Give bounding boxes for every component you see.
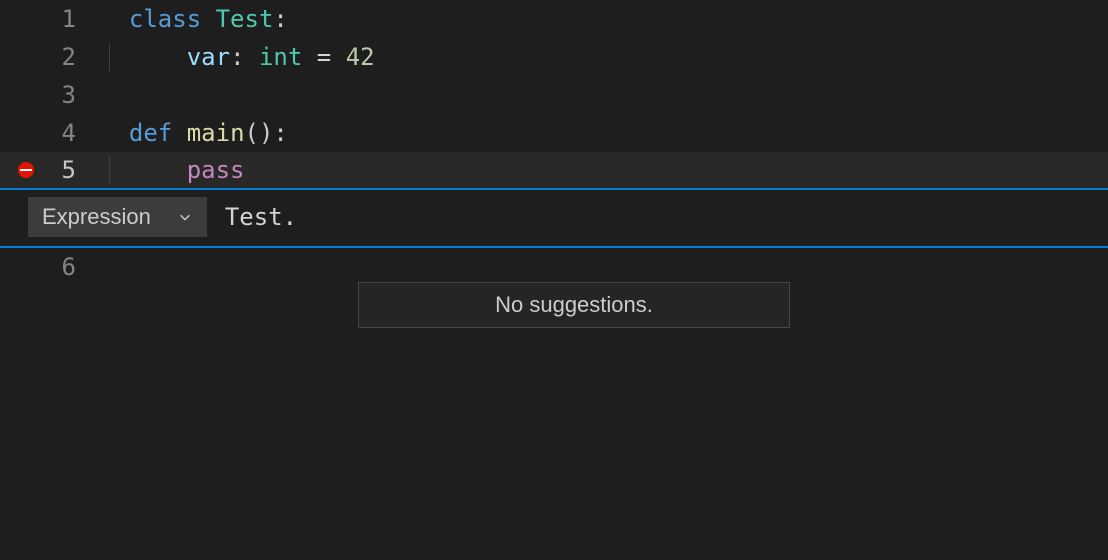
chevron-down-icon <box>177 209 193 225</box>
punct: : <box>273 119 287 147</box>
code-line-active[interactable]: 5 pass <box>0 152 1108 190</box>
debug-expression-input[interactable] <box>207 203 1108 231</box>
keyword: def <box>129 119 172 147</box>
keyword: class <box>129 5 201 33</box>
line-number: 5 <box>0 156 100 184</box>
breakpoint-icon[interactable] <box>18 162 34 178</box>
number: 42 <box>346 43 375 71</box>
debug-console-bar: Expression <box>0 188 1108 248</box>
operator: = <box>302 43 345 71</box>
function-name: main <box>187 119 245 147</box>
keyword: pass <box>187 156 245 184</box>
line-number: 4 <box>0 119 100 147</box>
code-editor[interactable]: 1 class Test: 2 var: int = 42 3 4 def ma… <box>0 0 1108 190</box>
type: int <box>259 43 302 71</box>
line-number: 2 <box>0 43 100 71</box>
line-number: 3 <box>0 81 100 109</box>
code-line[interactable]: 2 var: int = 42 <box>0 38 1108 76</box>
code-line[interactable]: 1 class Test: <box>0 0 1108 38</box>
punct: () <box>245 119 274 147</box>
punct: : <box>230 43 244 71</box>
no-suggestions-message: No suggestions. <box>495 292 653 318</box>
expression-mode-dropdown[interactable]: Expression <box>28 197 207 237</box>
code-line[interactable]: 4 def main(): <box>0 114 1108 152</box>
line-number: 6 <box>0 253 100 281</box>
code-line[interactable]: 3 <box>0 76 1108 114</box>
class-name: Test <box>216 5 274 33</box>
autocomplete-popup: No suggestions. <box>358 282 790 328</box>
dropdown-label: Expression <box>42 204 151 230</box>
code-line[interactable]: 6 <box>0 248 1108 286</box>
variable: var <box>187 43 230 71</box>
line-number: 1 <box>0 5 100 33</box>
punct: : <box>273 5 287 33</box>
